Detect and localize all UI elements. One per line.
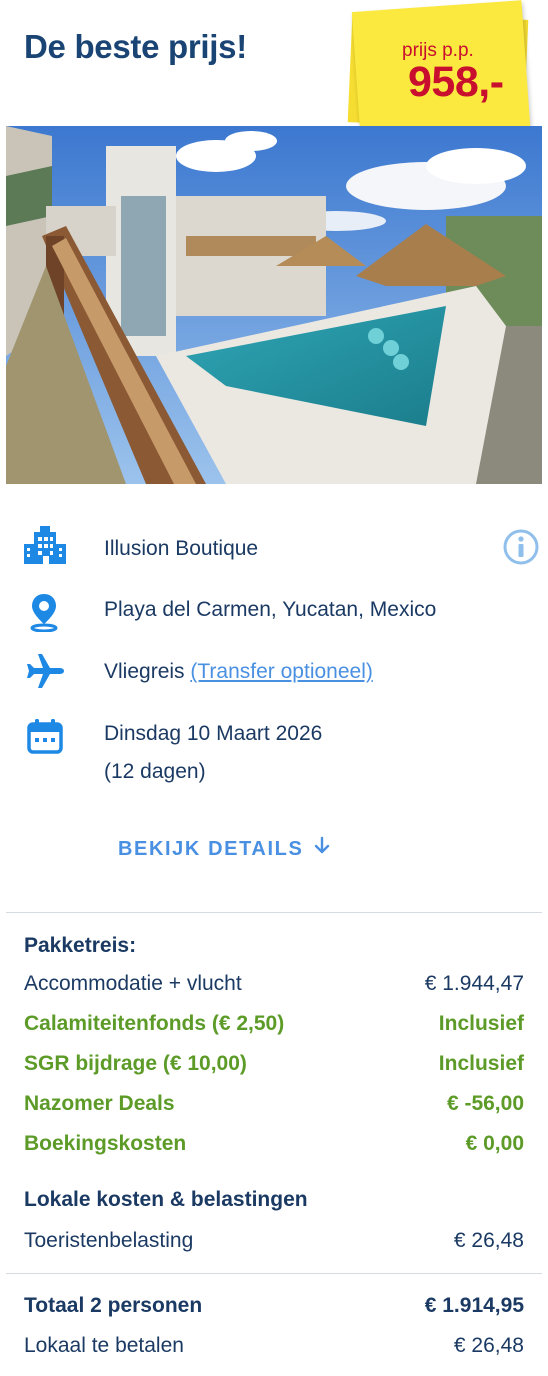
hotel-location: Playa del Carmen, Yucatan, Mexico — [104, 598, 437, 621]
price-line-accommodation: Accommodatie + vlucht € 1.944,47 — [24, 972, 524, 996]
travel-type-label: Vliegreis — [104, 660, 185, 683]
hotel-name: Illusion Boutique — [104, 537, 259, 560]
transfer-optional-link[interactable]: (Transfer optioneel) — [190, 660, 372, 683]
price-line-sgr: SGR bijdrage (€ 10,00) Inclusief — [24, 1052, 524, 1076]
travel-duration: (12 dagen) — [104, 760, 206, 783]
calendar-icon — [24, 716, 66, 758]
price-line-label: Toeristenbelasting — [24, 1229, 194, 1252]
total-row: Totaal 2 personen € 1.914,95 — [24, 1294, 524, 1318]
divider — [6, 1273, 542, 1274]
local-costs-heading: Lokale kosten & belastingen — [24, 1188, 308, 1211]
price-line-value: € 1.944,47 — [424, 972, 524, 995]
local-payment-label: Lokaal te betalen — [24, 1334, 184, 1357]
divider — [6, 912, 542, 913]
view-details-button[interactable]: BEKIJK DETAILS — [118, 836, 331, 862]
total-value: € 1.914,95 — [424, 1294, 524, 1317]
building-icon — [24, 524, 66, 566]
price-line-label: Accommodatie + vlucht — [24, 972, 242, 995]
price-line-label: SGR bijdrage (€ 10,00) — [24, 1052, 247, 1075]
price-line-value: € 26,48 — [453, 1229, 524, 1252]
travel-date: Dinsdag 10 Maart 2026 — [104, 722, 323, 745]
price-line-booking-costs: Boekingskosten € 0,00 — [24, 1132, 524, 1156]
price-line-tourist-tax: Toeristenbelasting € 26,48 — [24, 1229, 524, 1253]
price-line-label: Boekingskosten — [24, 1132, 187, 1155]
total-label: Totaal 2 personen — [24, 1294, 203, 1317]
price-line-label: Nazomer Deals — [24, 1092, 175, 1115]
price-line-value: Inclusief — [438, 1012, 524, 1035]
price-line-value: € 0,00 — [465, 1132, 524, 1155]
package-heading: Pakketreis: — [24, 934, 137, 957]
view-details-label: BEKIJK DETAILS — [118, 837, 304, 860]
airplane-icon — [24, 650, 66, 692]
local-payment-value: € 26,48 — [453, 1334, 524, 1357]
price-line-value: Inclusief — [438, 1052, 524, 1075]
travel-type: Vliegreis (Transfer optioneel) — [104, 660, 373, 684]
local-payment-row: Lokaal te betalen € 26,48 — [24, 1334, 524, 1358]
price-line-label: Calamiteitenfonds (€ 2,50) — [24, 1012, 285, 1035]
page-title: De beste prijs! — [24, 28, 247, 65]
price-value: 958,- — [408, 58, 504, 106]
info-icon[interactable] — [502, 528, 540, 566]
price-line-calamity-fund: Calamiteitenfonds (€ 2,50) Inclusief — [24, 1012, 524, 1036]
location-pin-icon — [24, 590, 66, 633]
arrow-down-icon — [313, 836, 331, 862]
hotel-photo[interactable] — [6, 126, 542, 484]
price-line-discount: Nazomer Deals € -56,00 — [24, 1092, 524, 1116]
header: De beste prijs! prijs p.p. 958,- — [0, 0, 548, 138]
price-line-value: € -56,00 — [446, 1092, 524, 1115]
